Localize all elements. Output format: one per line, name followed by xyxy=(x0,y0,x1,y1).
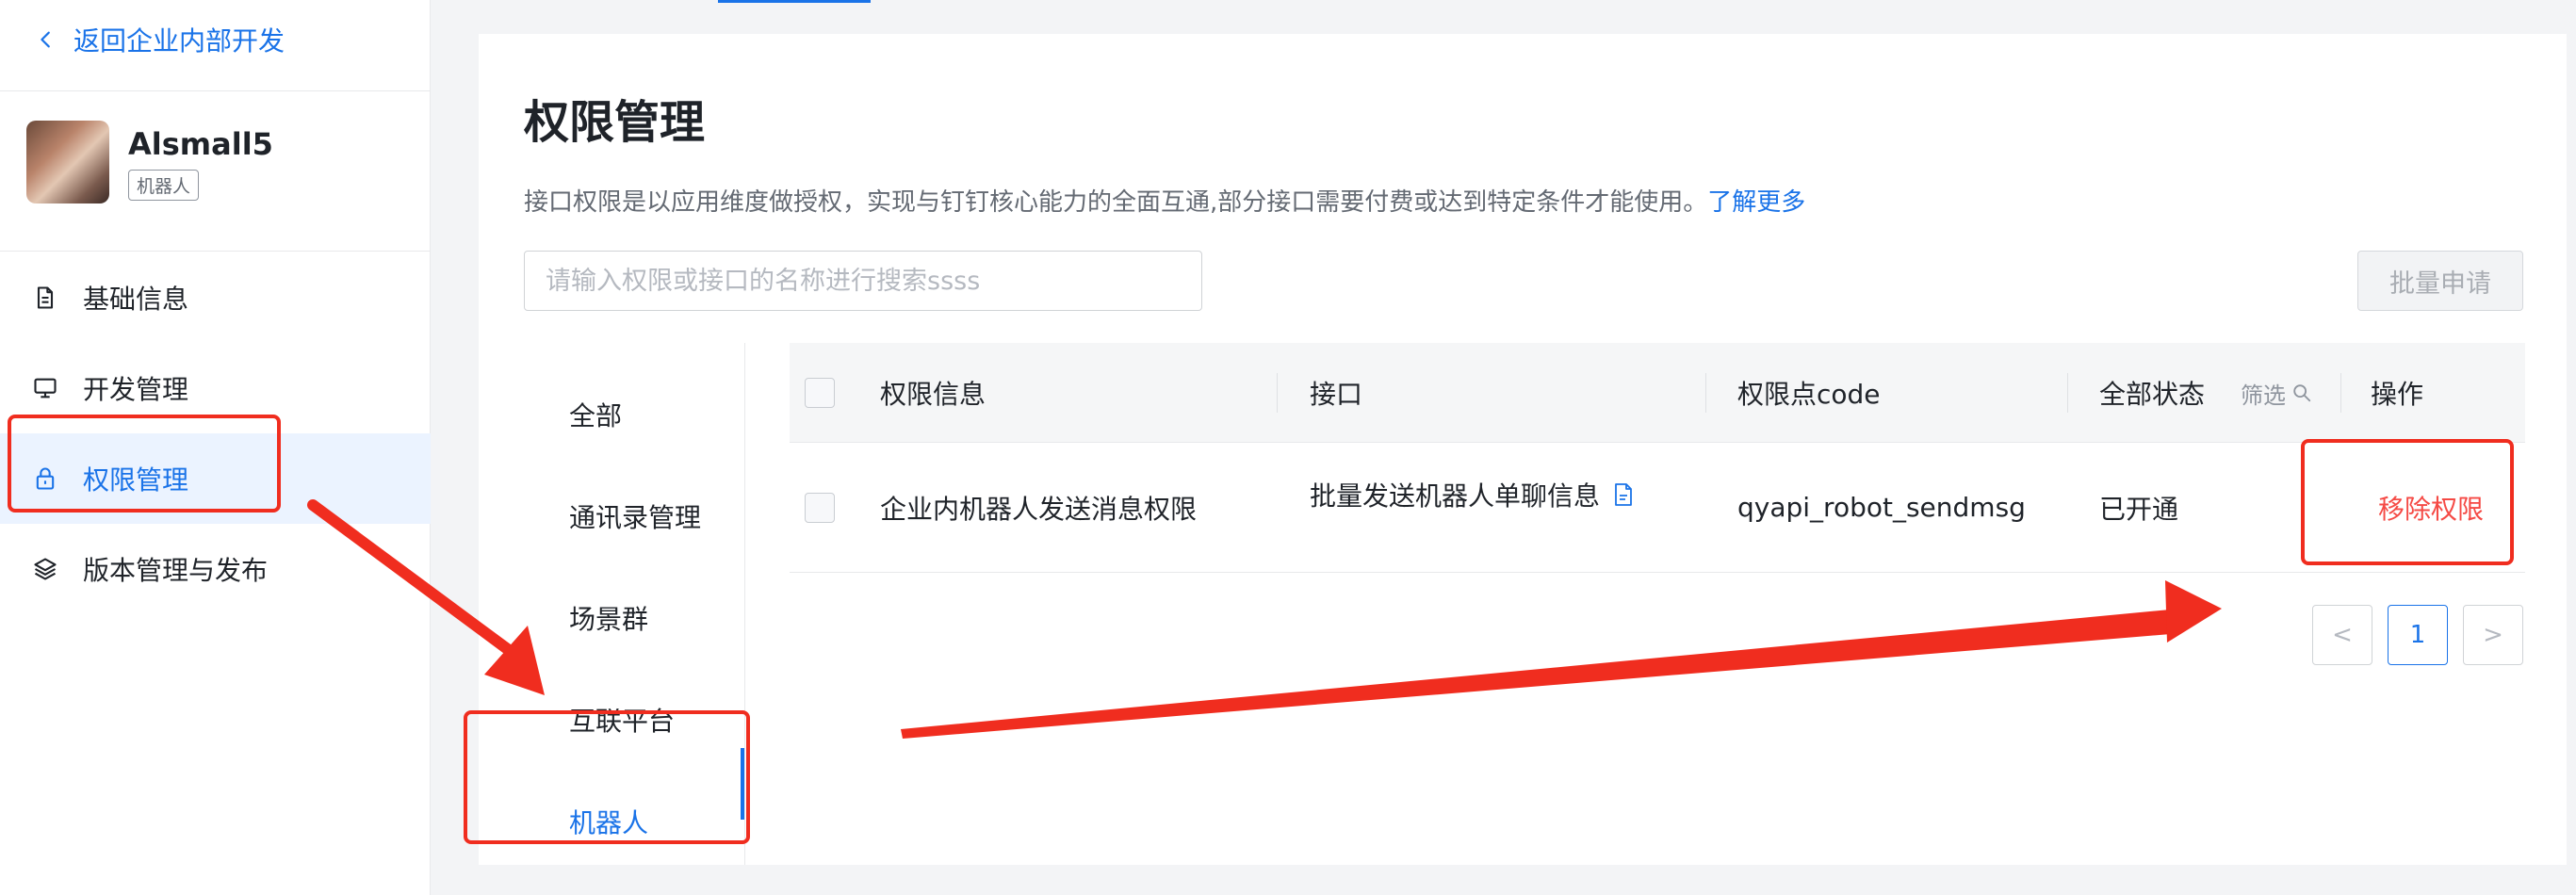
batch-apply-button[interactable]: 批量申请 xyxy=(2357,251,2523,311)
chevron-left-icon xyxy=(41,31,50,48)
monitor-icon xyxy=(34,378,57,399)
category-scene-group[interactable]: 场景群 xyxy=(569,599,648,637)
header-permission-info: 权限信息 xyxy=(880,378,986,410)
category-robot[interactable]: 机器人 xyxy=(569,803,648,840)
header-permission-code: 权限点code xyxy=(1737,378,1881,410)
category-all[interactable]: 全部 xyxy=(569,396,622,433)
sidebar: 返回企业内部开发 Alsmall5 机器人 基础信息 开发管理 权限管理 版本管… xyxy=(0,0,431,895)
description-text: 接口权限是以应用维度做授权，实现与钉钉核心能力的全面互通,部分接口需要付费或达到… xyxy=(524,188,1708,217)
search-icon xyxy=(2293,384,2311,402)
table-header: 权限信息 接口 权限点code 全部状态 筛选 操作 xyxy=(790,343,2525,443)
sidebar-item-label: 版本管理与发布 xyxy=(83,555,269,586)
select-all-checkbox[interactable] xyxy=(805,377,835,408)
divider xyxy=(0,90,431,91)
column-separator xyxy=(1277,373,1278,413)
column-separator xyxy=(1705,373,1706,413)
sidebar-item-permission-management[interactable]: 权限管理 xyxy=(0,433,431,524)
sidebar-item-label: 权限管理 xyxy=(83,464,189,496)
page-title: 权限管理 xyxy=(524,96,706,149)
cell-permission-code: qyapi_robot_sendmsg xyxy=(1737,492,2026,523)
permission-table: 权限信息 接口 权限点code 全部状态 筛选 操作 企业内机器人发送消息权限 … xyxy=(790,343,2525,573)
page-description: 接口权限是以应用维度做授权，实现与钉钉核心能力的全面互通,部分接口需要付费或达到… xyxy=(524,183,1805,218)
learn-more-link[interactable]: 了解更多 xyxy=(1707,188,1805,217)
cell-api: 批量发送机器人单聊信息 xyxy=(1310,430,1634,559)
page-number-button[interactable]: 1 xyxy=(2388,605,2448,665)
lock-icon xyxy=(36,467,55,490)
sidebar-item-version-release[interactable]: 版本管理与发布 xyxy=(0,524,431,614)
table-row: 企业内机器人发送消息权限 批量发送机器人单聊信息 qyapi_robot_sen… xyxy=(790,443,2525,573)
divider xyxy=(0,251,431,252)
header-status: 全部状态 xyxy=(2099,378,2206,410)
app-card: Alsmall5 机器人 xyxy=(26,121,273,203)
app-type-badge: 机器人 xyxy=(128,170,200,201)
category-divider xyxy=(744,343,745,865)
api-doc-icon[interactable] xyxy=(1613,482,1634,507)
api-name: 批量发送机器人单聊信息 xyxy=(1310,480,1601,512)
header-action: 操作 xyxy=(2371,378,2424,410)
cell-permission-info: 企业内机器人发送消息权限 xyxy=(880,493,1198,525)
cell-action: 移除权限 xyxy=(2378,443,2484,572)
main-panel: 权限管理 接口权限是以应用维度做授权，实现与钉钉核心能力的全面互通,部分接口需要… xyxy=(479,34,2567,865)
filter-label: 筛选 xyxy=(2241,382,2286,409)
top-tab-indicator xyxy=(718,0,871,3)
column-separator xyxy=(2340,373,2341,413)
prev-page-button[interactable]: < xyxy=(2312,605,2372,665)
sidebar-item-dev-management[interactable]: 开发管理 xyxy=(0,343,431,433)
remove-permission-link[interactable]: 移除权限 xyxy=(2378,489,2484,527)
back-link[interactable]: 返回企业内部开发 xyxy=(36,17,285,62)
category-list: 全部 通讯录管理 场景群 互联平台 机器人 xyxy=(479,343,744,865)
row-select-cell xyxy=(805,443,835,572)
category-interconnect[interactable]: 互联平台 xyxy=(569,701,675,739)
back-link-label: 返回企业内部开发 xyxy=(73,25,285,57)
document-icon xyxy=(37,286,54,309)
sidebar-item-label: 开发管理 xyxy=(83,374,189,405)
app-name: Alsmall5 xyxy=(128,126,273,162)
category-contacts[interactable]: 通讯录管理 xyxy=(569,497,701,535)
row-checkbox[interactable] xyxy=(805,492,835,523)
status-filter[interactable]: 筛选 xyxy=(2241,343,2312,443)
layers-icon xyxy=(34,558,57,580)
sidebar-item-label: 基础信息 xyxy=(83,284,189,315)
sidebar-item-basic-info[interactable]: 基础信息 xyxy=(0,252,431,343)
column-separator xyxy=(2067,373,2068,413)
select-all-cell xyxy=(805,343,835,442)
avatar xyxy=(26,121,109,203)
header-api: 接口 xyxy=(1310,378,1363,410)
cell-status: 已开通 xyxy=(2099,493,2179,525)
active-category-indicator xyxy=(741,748,744,820)
next-page-button[interactable]: > xyxy=(2463,605,2523,665)
search-input[interactable] xyxy=(524,251,1202,311)
